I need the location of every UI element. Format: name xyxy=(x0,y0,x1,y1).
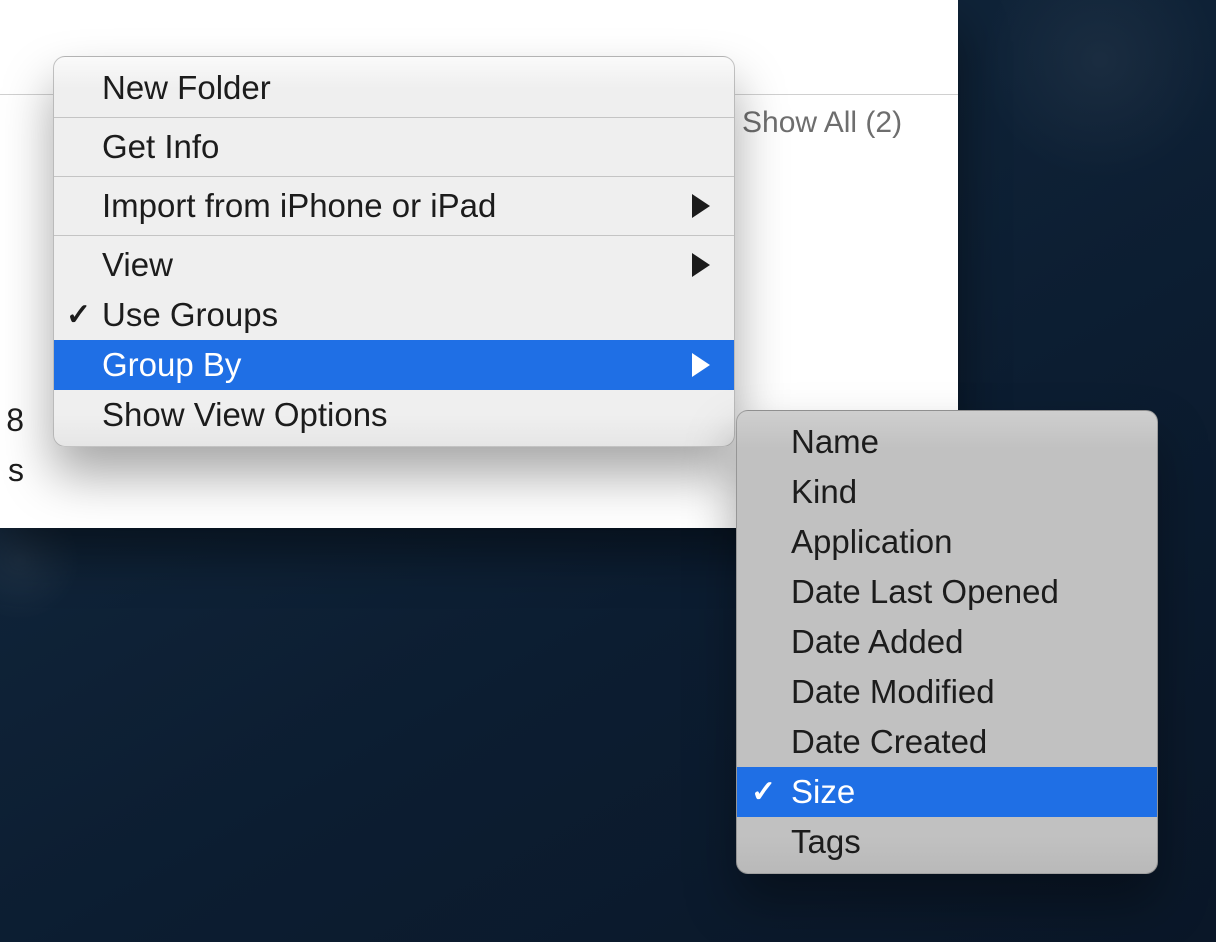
menu-item-label: Date Added xyxy=(791,623,963,661)
menu-item-label: Kind xyxy=(791,473,857,511)
submenu-arrow-icon xyxy=(692,194,710,218)
menu-item-label: Size xyxy=(791,773,855,811)
submenu-item-date-created[interactable]: Date Created xyxy=(737,717,1157,767)
menu-item-label: Show View Options xyxy=(102,396,388,434)
submenu-item-application[interactable]: Application xyxy=(737,517,1157,567)
menu-item-label: Import from iPhone or iPad xyxy=(102,187,496,225)
menu-item-get-info[interactable]: Get Info xyxy=(54,122,734,172)
show-all-link[interactable]: Show All (2) xyxy=(742,106,902,140)
checkmark-icon: ✓ xyxy=(751,775,776,810)
clipped-char: 8 xyxy=(6,402,24,438)
clipped-char: s xyxy=(8,452,24,488)
menu-item-label: Use Groups xyxy=(102,296,278,334)
menu-item-label: Date Last Opened xyxy=(791,573,1059,611)
menu-item-label: Tags xyxy=(791,823,861,861)
menu-item-label: View xyxy=(102,246,173,284)
menu-item-label: Get Info xyxy=(102,128,219,166)
submenu-arrow-icon xyxy=(692,353,710,377)
menu-item-import[interactable]: Import from iPhone or iPad xyxy=(54,181,734,231)
submenu-item-kind[interactable]: Kind xyxy=(737,467,1157,517)
menu-separator xyxy=(54,117,734,118)
clipped-item-label: 8 s xyxy=(0,396,24,495)
menu-item-use-groups[interactable]: ✓ Use Groups xyxy=(54,290,734,340)
menu-item-label: Date Modified xyxy=(791,673,995,711)
menu-item-label: Application xyxy=(791,523,952,561)
menu-item-view[interactable]: View xyxy=(54,240,734,290)
menu-item-group-by[interactable]: Group By xyxy=(54,340,734,390)
context-menu: New Folder Get Info Import from iPhone o… xyxy=(53,56,735,447)
submenu-arrow-icon xyxy=(692,253,710,277)
submenu-item-date-modified[interactable]: Date Modified xyxy=(737,667,1157,717)
submenu-item-date-added[interactable]: Date Added xyxy=(737,617,1157,667)
submenu-item-tags[interactable]: Tags xyxy=(737,817,1157,867)
checkmark-icon: ✓ xyxy=(66,298,91,333)
group-by-submenu: Name Kind Application Date Last Opened D… xyxy=(736,410,1158,874)
menu-item-show-view-options[interactable]: Show View Options xyxy=(54,390,734,440)
menu-separator xyxy=(54,235,734,236)
menu-separator xyxy=(54,176,734,177)
menu-item-label: New Folder xyxy=(102,69,271,107)
menu-item-new-folder[interactable]: New Folder xyxy=(54,63,734,113)
submenu-item-name[interactable]: Name xyxy=(737,417,1157,467)
submenu-item-date-last-opened[interactable]: Date Last Opened xyxy=(737,567,1157,617)
submenu-item-size[interactable]: ✓ Size xyxy=(737,767,1157,817)
menu-item-label: Name xyxy=(791,423,879,461)
menu-item-label: Group By xyxy=(102,346,241,384)
menu-item-label: Date Created xyxy=(791,723,987,761)
